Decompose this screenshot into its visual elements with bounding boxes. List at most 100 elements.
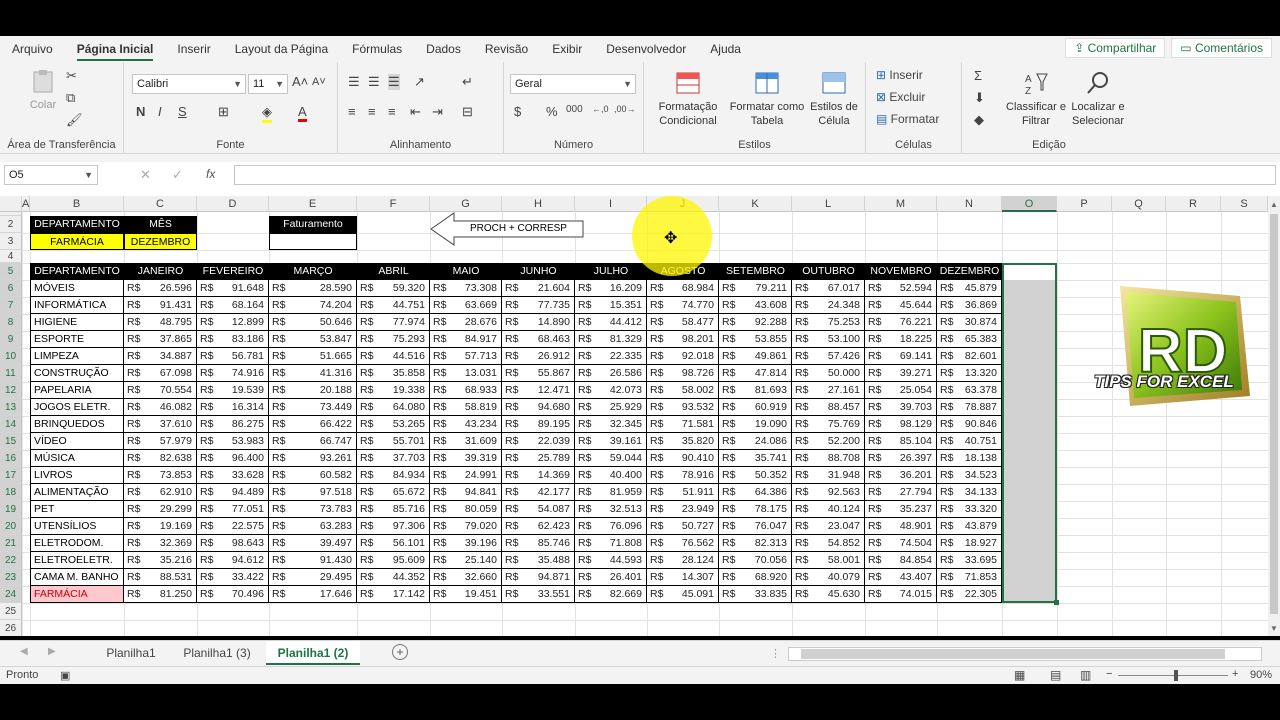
column-header-g[interactable]: G bbox=[430, 196, 502, 212]
table-header[interactable]: JANEIRO bbox=[124, 263, 197, 280]
orientation-icon[interactable]: ↗ bbox=[414, 74, 425, 90]
lookup-dept-value[interactable]: FARMÁCIA bbox=[30, 233, 124, 250]
table-cell[interactable]: R$ 82.669 bbox=[575, 586, 647, 603]
table-header[interactable]: OUTUBRO bbox=[792, 263, 865, 280]
table-cell[interactable]: R$ 94.871 bbox=[502, 569, 575, 586]
align-left-icon[interactable]: ≡ bbox=[348, 104, 356, 119]
table-cell[interactable]: R$ 44.412 bbox=[575, 314, 647, 331]
decrease-decimal-icon[interactable]: ,00→ bbox=[614, 104, 636, 114]
table-row-label[interactable]: ALIMENTAÇÃO bbox=[30, 484, 124, 501]
row-header-24[interactable]: 24 bbox=[0, 586, 22, 603]
column-header-k[interactable]: K bbox=[719, 196, 792, 212]
column-header-q[interactable]: Q bbox=[1112, 196, 1166, 212]
table-row-label[interactable]: PAPELARIA bbox=[30, 382, 124, 399]
table-cell[interactable]: R$ 66.422 bbox=[269, 416, 357, 433]
increase-indent-icon[interactable]: ⇥ bbox=[432, 104, 443, 120]
table-row-label[interactable]: LIMPEZA bbox=[30, 348, 124, 365]
table-cell[interactable]: R$ 50.000 bbox=[792, 365, 865, 382]
table-cell[interactable]: R$ 65.672 bbox=[357, 484, 430, 501]
delete-cells-button[interactable]: ⊠ Excluir bbox=[876, 90, 956, 104]
column-header-f[interactable]: F bbox=[357, 196, 430, 212]
comma-style-icon[interactable]: 000 bbox=[566, 104, 583, 115]
table-cell[interactable]: R$ 26.596 bbox=[124, 280, 197, 297]
row-header-23[interactable]: 23 bbox=[0, 569, 22, 586]
table-cell[interactable]: R$ 79.211 bbox=[719, 280, 792, 297]
column-header-b[interactable]: B bbox=[30, 196, 124, 212]
table-cell[interactable]: R$ 43.879 bbox=[937, 518, 1002, 535]
selected-range[interactable] bbox=[1002, 263, 1059, 605]
table-cell[interactable]: R$ 94.612 bbox=[197, 552, 269, 569]
table-cell[interactable]: R$ 27.161 bbox=[792, 382, 865, 399]
row-header-17[interactable]: 17 bbox=[0, 467, 22, 484]
align-top-icon[interactable]: ☰ bbox=[348, 74, 360, 90]
table-cell[interactable]: R$ 21.604 bbox=[502, 280, 575, 297]
table-header[interactable]: JULHO bbox=[575, 263, 647, 280]
table-cell[interactable]: R$ 24.991 bbox=[430, 467, 502, 484]
tab-formulas[interactable]: Fórmulas bbox=[340, 36, 414, 62]
table-cell[interactable]: R$ 82.313 bbox=[719, 535, 792, 552]
table-cell[interactable]: R$ 33.320 bbox=[937, 501, 1002, 518]
table-cell[interactable]: R$ 32.345 bbox=[575, 416, 647, 433]
table-cell[interactable]: R$ 50.646 bbox=[269, 314, 357, 331]
format-painter-icon[interactable]: 🖌 bbox=[66, 112, 83, 128]
find-select-button[interactable]: Localizar e Selecionar bbox=[1066, 70, 1130, 128]
table-row-label[interactable]: JOGOS ELETR. bbox=[30, 399, 124, 416]
table-cell[interactable]: R$ 63.669 bbox=[430, 297, 502, 314]
cancel-icon[interactable]: ✕ bbox=[140, 167, 151, 183]
grow-font-icon[interactable]: A˄ bbox=[292, 74, 308, 89]
table-cell[interactable]: R$ 12.471 bbox=[502, 382, 575, 399]
column-header-s[interactable]: S bbox=[1221, 196, 1268, 212]
table-cell[interactable]: R$ 74.504 bbox=[865, 535, 937, 552]
table-row-label[interactable]: CAMA M. BANHO bbox=[30, 569, 124, 586]
table-cell[interactable]: R$ 48.795 bbox=[124, 314, 197, 331]
table-cell[interactable]: R$ 76.562 bbox=[647, 535, 719, 552]
table-cell[interactable]: R$ 62.423 bbox=[502, 518, 575, 535]
table-cell[interactable]: R$ 73.449 bbox=[269, 399, 357, 416]
zoom-thumb[interactable] bbox=[1174, 670, 1178, 681]
table-cell[interactable]: R$ 91.648 bbox=[197, 280, 269, 297]
table-cell[interactable]: R$ 51.665 bbox=[269, 348, 357, 365]
italic-icon[interactable]: I bbox=[158, 104, 162, 119]
row-header-3[interactable]: 3 bbox=[0, 233, 22, 250]
table-cell[interactable]: R$ 77.051 bbox=[197, 501, 269, 518]
align-middle-icon[interactable]: ☰ bbox=[368, 74, 380, 90]
table-cell[interactable]: R$ 40.751 bbox=[937, 433, 1002, 450]
table-header[interactable]: ABRIL bbox=[357, 263, 430, 280]
format-as-table-button[interactable]: Formatar como Tabela bbox=[726, 70, 808, 128]
merge-center-icon[interactable]: ⊟ bbox=[462, 104, 473, 120]
column-header-r[interactable]: R bbox=[1166, 196, 1221, 212]
row-header-13[interactable]: 13 bbox=[0, 399, 22, 416]
table-cell[interactable]: R$ 34.133 bbox=[937, 484, 1002, 501]
row-header-21[interactable]: 21 bbox=[0, 535, 22, 552]
table-cell[interactable]: R$ 39.319 bbox=[430, 450, 502, 467]
number-format-select[interactable]: Geral ▼ bbox=[510, 74, 636, 94]
table-cell[interactable]: R$ 43.608 bbox=[719, 297, 792, 314]
tab-desenvolvedor[interactable]: Desenvolvedor bbox=[594, 36, 698, 62]
lookup-dept-header[interactable]: DEPARTAMENTO bbox=[30, 216, 124, 233]
lookup-month-header[interactable]: MÊS bbox=[124, 216, 197, 233]
table-cell[interactable]: R$ 86.275 bbox=[197, 416, 269, 433]
table-cell[interactable]: R$ 66.747 bbox=[269, 433, 357, 450]
autosum-icon[interactable]: Σ bbox=[974, 68, 982, 83]
table-row-label[interactable]: PET bbox=[30, 501, 124, 518]
zoom-out-icon[interactable]: − bbox=[1106, 668, 1112, 680]
row-header-9[interactable]: 9 bbox=[0, 331, 22, 348]
table-cell[interactable]: R$ 34.523 bbox=[937, 467, 1002, 484]
row-header-12[interactable]: 12 bbox=[0, 382, 22, 399]
table-cell[interactable]: R$ 74.770 bbox=[647, 297, 719, 314]
table-cell[interactable]: R$ 97.518 bbox=[269, 484, 357, 501]
page-layout-icon[interactable]: ▤ bbox=[1050, 668, 1061, 682]
hscroll-thumb[interactable] bbox=[801, 649, 1225, 659]
font-color-icon[interactable]: A bbox=[298, 104, 307, 122]
table-cell[interactable]: R$ 98.726 bbox=[647, 365, 719, 382]
column-header-d[interactable]: D bbox=[197, 196, 269, 212]
underline-icon[interactable]: S bbox=[178, 104, 187, 119]
tab-arquivo[interactable]: Arquivo bbox=[0, 36, 65, 62]
table-cell[interactable]: R$ 90.846 bbox=[937, 416, 1002, 433]
table-cell[interactable]: R$ 35.237 bbox=[865, 501, 937, 518]
table-cell[interactable]: R$ 70.496 bbox=[197, 586, 269, 603]
table-cell[interactable]: R$ 33.835 bbox=[719, 586, 792, 603]
insert-function-icon[interactable]: fx bbox=[206, 167, 215, 181]
table-cell[interactable]: R$ 30.874 bbox=[937, 314, 1002, 331]
table-cell[interactable]: R$ 22.305 bbox=[937, 586, 1002, 603]
